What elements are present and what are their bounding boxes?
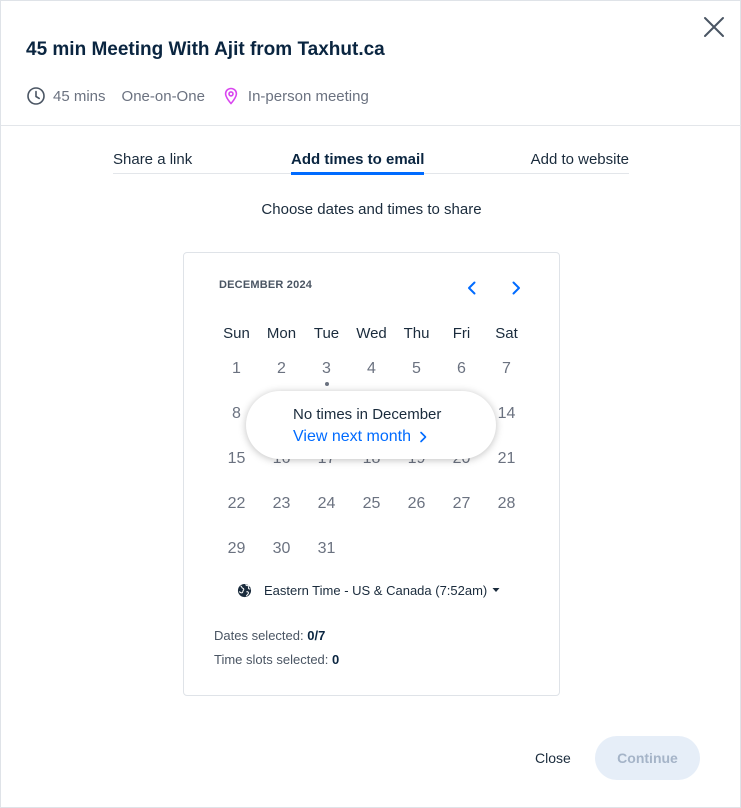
calendar-week-row: 1 2 3 4 5 6 7 — [214, 346, 529, 391]
chevron-left-icon[interactable] — [460, 277, 484, 299]
timezone-label: Eastern Time - US & Canada (7:52am) — [264, 582, 488, 598]
duration-label: 45 mins — [53, 87, 106, 105]
weekday-header-row: Sun Mon Tue Wed Thu Fri Sat — [214, 321, 529, 346]
event-title: 45 min Meeting With Ajit from Taxhut.ca — [26, 39, 385, 60]
calendar-day-today: 3 — [304, 359, 349, 386]
calendar-day: 29 — [227, 539, 246, 557]
calendar-day: 24 — [317, 494, 336, 512]
location-label: In-person meeting — [247, 87, 369, 105]
calendar-day: 28 — [497, 494, 516, 512]
map-pin-icon — [221, 86, 241, 106]
share-tabs: Share a link Add times to email Add to w… — [113, 147, 629, 175]
close-icon[interactable] — [700, 13, 728, 41]
time-slots-selected: Time slots selected: 0 — [214, 652, 339, 667]
weekday-label: Sun — [223, 325, 250, 342]
header-divider — [1, 125, 741, 126]
continue-button[interactable]: Continue — [595, 736, 700, 780]
calendar-day: 15 — [227, 449, 246, 467]
calendar-week-row: 22 23 24 25 26 27 28 — [214, 481, 529, 526]
weekday-label: Wed — [356, 325, 387, 342]
event-type-label: One-on-One — [121, 87, 205, 105]
calendar-week-row: 29 30 31 — [214, 526, 529, 571]
tab-add-to-website[interactable]: Add to website — [531, 151, 629, 168]
dates-selected-label: Dates selected: — [214, 628, 304, 643]
weekday-label: Tue — [313, 325, 340, 342]
calendar-day: 25 — [362, 494, 381, 512]
chevron-right-icon[interactable] — [504, 277, 528, 299]
close-button[interactable]: Close — [535, 750, 571, 766]
share-times-modal: 45 min Meeting With Ajit from Taxhut.ca … — [0, 0, 741, 808]
calendar-day: 2 — [277, 359, 286, 377]
clock-icon — [26, 86, 46, 106]
calendar-day: 22 — [227, 494, 246, 512]
calendar-day: 5 — [412, 359, 421, 377]
calendar-day: 27 — [452, 494, 471, 512]
month-label: DECEMBER 2024 — [219, 279, 313, 291]
weekday-label: Mon — [266, 325, 297, 342]
no-times-message: No times in December — [293, 406, 442, 423]
weekday-label: Fri — [452, 325, 471, 342]
calendar-day: 21 — [497, 449, 516, 467]
calendar-day: 7 — [502, 359, 511, 377]
time-slots-selected-label: Time slots selected: — [214, 652, 329, 667]
calendar-day: 4 — [367, 359, 376, 377]
time-slots-selected-value: 0 — [332, 652, 340, 667]
today-dot — [324, 381, 329, 386]
calendar-day: 31 — [317, 539, 336, 557]
weekday-label: Sat — [495, 325, 518, 342]
view-next-month-link[interactable]: View next month — [293, 428, 427, 446]
tab-share-link[interactable]: Share a link — [113, 151, 192, 168]
calendar-day: 6 — [457, 359, 466, 377]
calendar-day: 23 — [272, 494, 291, 512]
dates-selected: Dates selected: 0/7 — [214, 628, 325, 643]
calendar-day-number: 3 — [322, 359, 331, 377]
caret-down-icon — [492, 587, 500, 593]
dates-selected-value: 0/7 — [307, 628, 326, 643]
globe-icon — [237, 583, 252, 598]
event-meta: 45 mins One-on-One In-person meeting — [26, 85, 369, 107]
calendar-day: 26 — [407, 494, 426, 512]
calendar-day: 30 — [272, 539, 291, 557]
calendar-day: 1 — [232, 359, 241, 377]
view-next-month-label: View next month — [293, 428, 411, 445]
weekday-label: Thu — [403, 325, 430, 342]
tab-add-times-to-email[interactable]: Add times to email — [291, 151, 425, 175]
instructions-text: Choose dates and times to share — [261, 201, 482, 218]
chevron-right-icon — [419, 431, 427, 443]
timezone-selector[interactable]: Eastern Time - US & Canada (7:52am) — [237, 581, 500, 599]
no-times-popup: No times in December View next month — [246, 391, 496, 459]
